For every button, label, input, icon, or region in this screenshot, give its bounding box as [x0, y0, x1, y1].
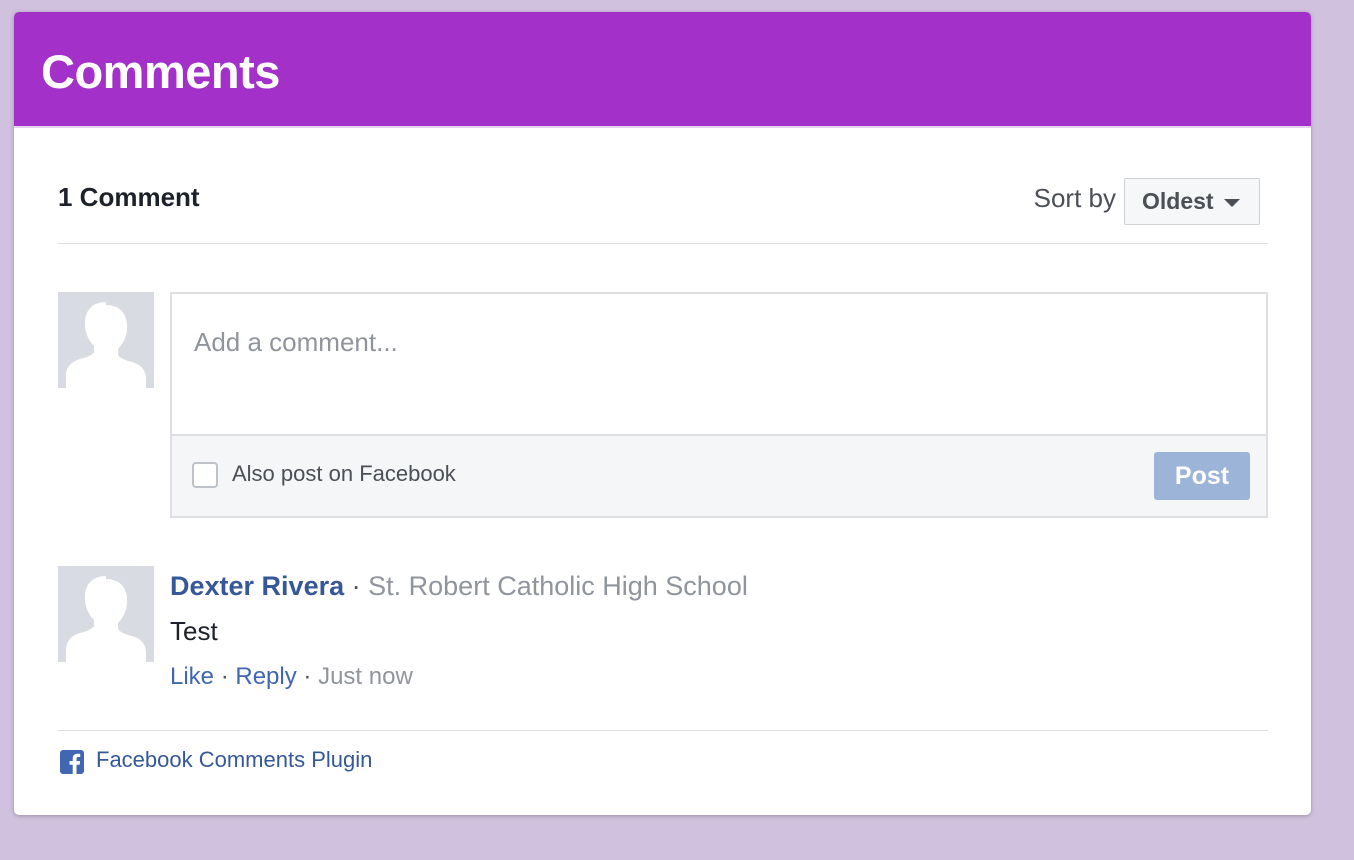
plugin-footer: Facebook Comments Plugin	[58, 730, 1268, 791]
facebook-icon	[60, 750, 84, 774]
page-title: Comments	[41, 45, 280, 98]
chevron-down-icon	[1223, 198, 1240, 207]
post-button[interactable]: Post	[1154, 452, 1250, 500]
comment-text: Test	[170, 616, 218, 646]
comment-timestamp[interactable]: Just now	[318, 663, 413, 690]
separator: ·	[351, 571, 361, 601]
comment-composer: Add a comment... Also post on Facebook P…	[170, 292, 1268, 518]
facebook-comments-plugin: 1 Comment Sort by Oldest Add a comment..…	[58, 178, 1268, 774]
comment-count: 1 Comment	[58, 182, 200, 212]
default-user-icon	[58, 566, 154, 662]
comments-header: Comments	[14, 12, 1311, 128]
also-post-checkbox[interactable]	[192, 462, 218, 488]
default-user-icon	[58, 292, 154, 388]
avatar	[58, 566, 154, 662]
avatar	[58, 292, 154, 388]
comment-actions: Like · Reply · Just now	[170, 660, 748, 694]
like-link[interactable]: Like	[170, 663, 214, 690]
separator: ·	[220, 663, 229, 690]
facebook-comments-plugin-link[interactable]: Facebook Comments Plugin	[96, 747, 372, 773]
sort-value: Oldest	[1142, 188, 1214, 214]
sort-label: Sort by	[1033, 183, 1116, 213]
separator: ·	[303, 663, 312, 690]
comment-author-link[interactable]: Dexter Rivera	[170, 571, 344, 601]
comment-author-affiliation: St. Robert Catholic High School	[368, 571, 748, 601]
comment-author-line: Dexter Rivera · St. Robert Catholic High…	[170, 566, 748, 606]
comments-card: Comments 1 Comment Sort by Oldest Add a …	[14, 12, 1311, 815]
comment-item: Dexter Rivera · St. Robert Catholic High…	[58, 566, 1268, 716]
also-post-label: Also post on Facebook	[232, 461, 456, 486]
comments-topbar: 1 Comment Sort by Oldest	[58, 178, 1268, 244]
comment-input[interactable]: Add a comment...	[172, 294, 1266, 436]
sort-dropdown[interactable]: Oldest	[1124, 178, 1260, 225]
reply-link[interactable]: Reply	[235, 663, 296, 690]
composer-footer: Also post on Facebook Post	[172, 436, 1266, 516]
comment-body: Dexter Rivera · St. Robert Catholic High…	[170, 566, 748, 694]
